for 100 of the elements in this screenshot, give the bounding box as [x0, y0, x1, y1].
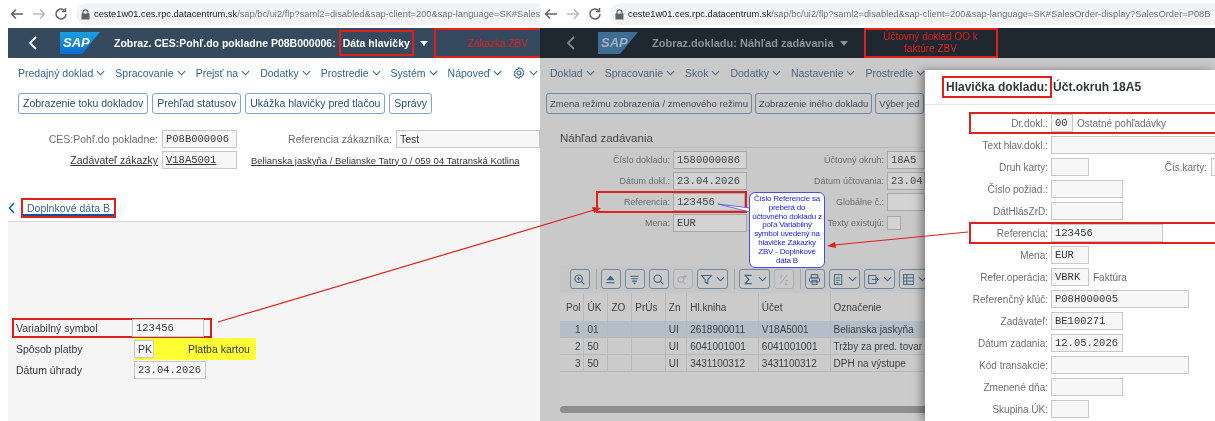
- input-field[interactable]: [1051, 158, 1089, 176]
- tool-button[interactable]: [649, 269, 669, 289]
- chevron-down-icon: [96, 70, 106, 76]
- field-label: Spôsob platby: [15, 342, 84, 355]
- input-field[interactable]: PK: [134, 339, 154, 358]
- reload-icon[interactable]: [54, 7, 68, 21]
- table-cell: 3431100312: [686, 354, 759, 372]
- input-field[interactable]: 00: [1051, 114, 1073, 132]
- field-label: Referencia:: [996, 227, 1048, 239]
- input-field[interactable]: EUR: [1051, 246, 1089, 264]
- address-bar[interactable]: ceste1w01.ces.rpc.datacentrum.sk/sap/bc/ui2/flp?saml2=disabled&sap-client=200&sap-language=SK#SalesOrder-display?SalesOrder=P08B: [610, 3, 1215, 25]
- toolbar-button[interactable]: Zmena režimu zobrazenia / zmenového režimu: [546, 92, 752, 114]
- toolbar-button[interactable]: Zobrazenie iného dokladu: [755, 92, 873, 114]
- input-field[interactable]: [1051, 202, 1123, 220]
- input-field[interactable]: EUR: [673, 214, 747, 232]
- input-field[interactable]: 23.04: [887, 172, 925, 190]
- menu-item[interactable]: Doklad: [550, 67, 595, 79]
- menu-item[interactable]: Systém: [390, 67, 438, 79]
- reload-icon[interactable]: [588, 7, 602, 21]
- input-field[interactable]: [1051, 356, 1189, 374]
- toolbar-button[interactable]: Ukážka hlavičky pred tlačou: [245, 92, 386, 114]
- customer-address-link[interactable]: Belianska jaskyňa / Belianske Tatry 0 / 059 04 Tatranská Kotlina: [241, 154, 520, 166]
- tool-button[interactable]: [739, 269, 770, 289]
- menu-item[interactable]: Nastavenie: [790, 67, 856, 79]
- input-field[interactable]: VBRK: [1051, 268, 1089, 286]
- input-field[interactable]: P08B000006: [162, 130, 237, 148]
- back-arrow-icon[interactable]: [544, 7, 558, 21]
- field-label: Referencia zákazníka:: [288, 133, 392, 145]
- back-icon[interactable]: [566, 36, 576, 50]
- chevron-down-icon: [758, 276, 767, 282]
- input-field[interactable]: 23.04.2026: [673, 172, 747, 190]
- input-field[interactable]: 123456: [673, 193, 745, 211]
- leader-line: [717, 203, 751, 213]
- menu-item[interactable]: Prostredie: [320, 67, 381, 79]
- menu-item[interactable]: Prejsť na: [195, 67, 251, 79]
- field-label: Referenčný kľúč:: [972, 293, 1048, 305]
- field-description: Platba kartou: [188, 342, 250, 355]
- input-field[interactable]: [1051, 180, 1123, 198]
- input-field[interactable]: 1580000086: [673, 151, 747, 169]
- input-field[interactable]: 23.04.2026: [134, 360, 206, 379]
- field-label: Číslo požiad.:: [987, 183, 1048, 195]
- caret-icon[interactable]: [419, 40, 428, 46]
- input-field[interactable]: BE100271: [1051, 312, 1123, 330]
- settings-menu[interactable]: [512, 66, 539, 80]
- menu-item[interactable]: Prostredie: [865, 67, 925, 79]
- input-field[interactable]: 18A5: [887, 151, 925, 169]
- chevron-down-icon: [428, 70, 438, 76]
- logo[interactable]: SAP: [60, 32, 100, 54]
- tab[interactable]: Doplnkové dáta B: [21, 198, 116, 218]
- tool-button[interactable]: [805, 269, 825, 289]
- forward-arrow-icon[interactable]: [566, 7, 580, 21]
- tool-button[interactable]: [864, 269, 895, 289]
- menu-item[interactable]: Spracovanie: [115, 67, 186, 79]
- tool-button[interactable]: [625, 269, 645, 289]
- input-field[interactable]: [1051, 136, 1215, 154]
- input-field[interactable]: V18A5001: [162, 151, 237, 169]
- table-cell: 6041001001: [758, 337, 831, 355]
- menu-item[interactable]: Predajný doklad: [18, 67, 106, 79]
- menu-item[interactable]: Spracovanie: [604, 67, 676, 79]
- back-arrow-icon[interactable]: [10, 7, 24, 21]
- chevron-down-icon: [666, 70, 676, 76]
- zoom-in-icon: [573, 272, 586, 286]
- horizontal-scrollbar[interactable]: [560, 406, 925, 413]
- toolbar-button[interactable]: Prehľad statusov: [152, 92, 242, 114]
- address-bar[interactable]: ceste1w01.ces.rpc.datacentrum.sk/sap/bc/ui2/flp?saml2=disabled&sap-client=200&sap-language=SK#Sales: [76, 3, 540, 25]
- menu-item[interactable]: Skok: [685, 67, 721, 79]
- app-title: Zobraz.dokladu: Náhľad zadávania: [652, 37, 834, 49]
- input-field[interactable]: [1051, 400, 1089, 418]
- toolbar-button[interactable]: Správy: [389, 92, 433, 114]
- chevron-left-icon[interactable]: [8, 202, 15, 214]
- tool-button[interactable]: [697, 269, 728, 289]
- menu-item[interactable]: Nápoveď: [447, 67, 503, 79]
- tool-button[interactable]: [829, 269, 860, 289]
- lock-icon: [615, 8, 624, 20]
- input-field[interactable]: P08H000005: [1051, 290, 1189, 308]
- forward-arrow-icon[interactable]: [32, 7, 46, 21]
- checkbox[interactable]: [887, 216, 901, 230]
- toolbar-button[interactable]: Zobrazenie toku dokladov: [18, 92, 149, 114]
- input-field[interactable]: 12.05.2026: [1051, 334, 1123, 352]
- field-description: Ostatné pohľadávky: [1077, 117, 1167, 129]
- caret-icon[interactable]: [839, 40, 848, 46]
- tool-button[interactable]: [601, 269, 621, 289]
- input-field[interactable]: [1051, 378, 1123, 396]
- tool-button[interactable]: [570, 269, 590, 289]
- tool-button[interactable]: [899, 269, 925, 289]
- input-field[interactable]: 123456: [132, 319, 204, 337]
- table-cell: UI: [665, 321, 687, 338]
- chevron-down-icon: [916, 70, 925, 76]
- table-cell: 2618900011: [686, 321, 759, 338]
- input-field[interactable]: Test: [396, 130, 540, 148]
- field-label: Mena:: [645, 218, 670, 228]
- input-field[interactable]: [887, 193, 925, 211]
- table-cell: 1: [560, 321, 584, 338]
- toolbar-button[interactable]: Výber jed: [875, 92, 924, 114]
- table-cell: 3: [560, 354, 584, 372]
- table-cell: Belianska jaskyňa: [830, 321, 925, 338]
- input-field[interactable]: 123456: [1051, 224, 1163, 242]
- menu-item[interactable]: Dodatky: [260, 67, 311, 79]
- menu-item[interactable]: Dodatky: [730, 67, 781, 79]
- table-cell: UI: [665, 337, 687, 355]
